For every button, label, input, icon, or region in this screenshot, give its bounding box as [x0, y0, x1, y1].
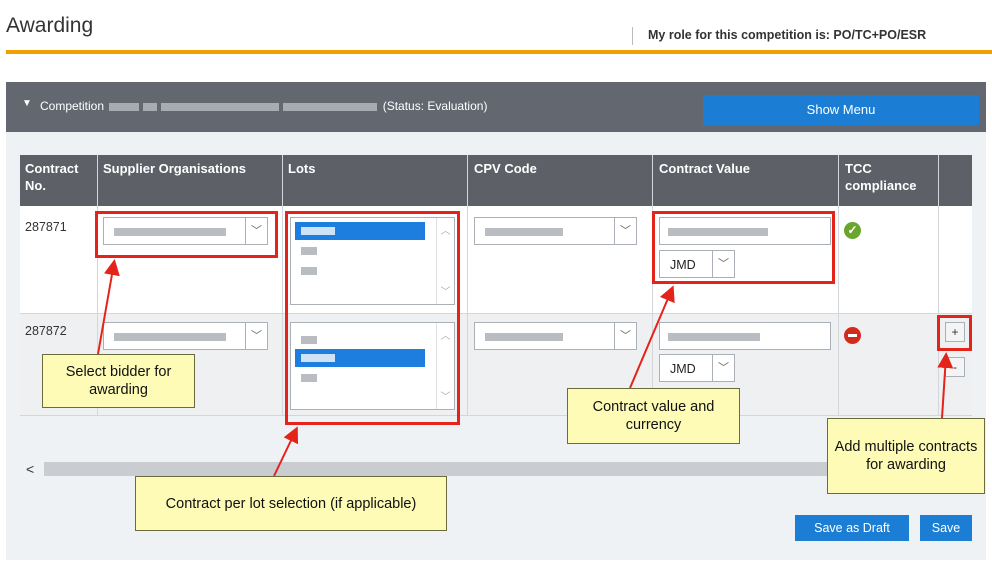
redacted-text: [161, 102, 280, 111]
role-text: My role for this competition is: PO/TC+P…: [648, 28, 927, 42]
header-divider: [632, 27, 633, 45]
col-header-tcc: TCC compliance: [845, 161, 917, 193]
header-underline: [6, 50, 992, 54]
col-header-contract-no: Contract No.: [25, 161, 79, 193]
row-divider: [20, 313, 972, 314]
redacted-text: [668, 333, 760, 341]
chevron-down-icon: ﹀: [245, 323, 267, 349]
column-divider: [938, 155, 939, 415]
remove-contract-button[interactable]: -: [945, 357, 965, 377]
redacted-text: [485, 333, 563, 341]
tcc-compliant-icon: ✓: [844, 222, 861, 239]
annotation-box-lots: [285, 211, 460, 425]
col-header-lots: Lots: [288, 161, 316, 176]
col-header-cpv: CPV Code: [474, 161, 537, 176]
tcc-noncompliant-icon: [844, 327, 861, 344]
currency-value: JMD: [670, 362, 696, 376]
col-header-supplier: Supplier Organisations: [103, 161, 247, 176]
contract-number: 287872: [25, 324, 67, 338]
competition-prefix: Competition: [40, 99, 105, 113]
contract-number: 287871: [25, 220, 67, 234]
contract-value-input[interactable]: [659, 322, 831, 350]
currency-select[interactable]: JMD ﹀: [659, 354, 735, 382]
column-divider: [652, 155, 653, 415]
col-header-contract-value: Contract Value: [659, 161, 751, 176]
redacted-text: [143, 102, 158, 111]
column-divider: [282, 155, 283, 415]
page-title: Awarding: [6, 14, 94, 37]
annotation-box-add: [937, 315, 972, 351]
chevron-down-icon: ﹀: [712, 355, 734, 381]
collapse-caret-icon[interactable]: ▼: [22, 98, 32, 109]
cpv-select[interactable]: ﹀: [474, 322, 637, 350]
callout-contract-value: Contract value and currency: [567, 388, 740, 444]
supplier-select[interactable]: ﹀: [103, 322, 268, 350]
chevron-down-icon: ﹀: [614, 218, 636, 244]
competition-status: (Status: Evaluation): [382, 99, 488, 113]
cpv-select[interactable]: ﹀: [474, 217, 637, 245]
competition-title: Competition (Status: Evaluation): [40, 99, 487, 113]
column-divider: [467, 155, 468, 415]
annotation-box-value: [652, 211, 835, 284]
callout-select-bidder: Select bidder for awarding: [42, 354, 195, 408]
redacted-text: [114, 333, 226, 341]
save-button[interactable]: Save: [920, 515, 972, 541]
chevron-down-icon: ﹀: [614, 323, 636, 349]
callout-multiple-contracts: Add multiple contracts for awarding: [827, 418, 985, 494]
show-menu-button[interactable]: Show Menu: [703, 95, 979, 125]
scroll-left-icon[interactable]: <: [26, 461, 34, 477]
annotation-box-supplier: [95, 211, 278, 258]
redacted-text: [109, 102, 140, 111]
row-divider: [20, 415, 972, 416]
callout-lot-selection: Contract per lot selection (if applicabl…: [135, 476, 447, 531]
redacted-text: [485, 228, 563, 236]
redacted-text: [283, 102, 378, 111]
column-divider: [838, 155, 839, 415]
save-as-draft-button[interactable]: Save as Draft: [795, 515, 909, 541]
